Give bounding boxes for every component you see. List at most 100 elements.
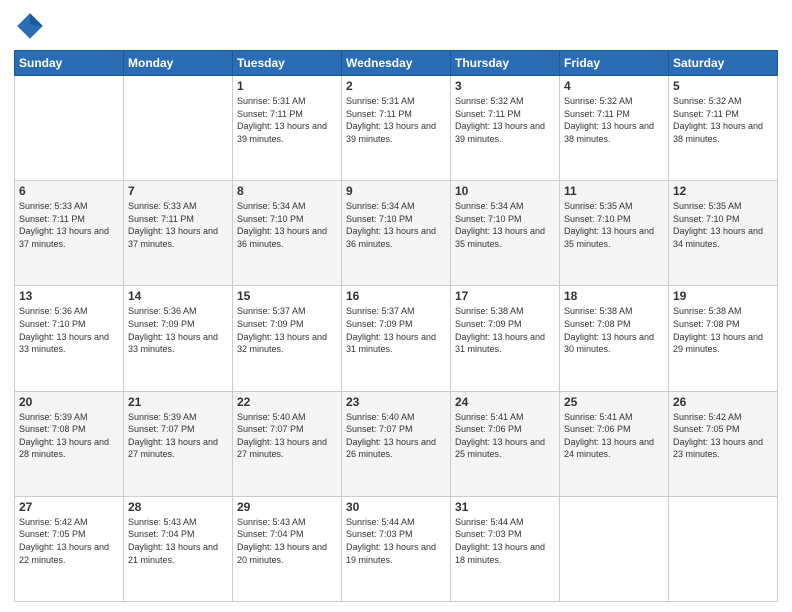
day-info: Sunrise: 5:40 AM Sunset: 7:07 PM Dayligh… [346,411,446,461]
day-info: Sunrise: 5:33 AM Sunset: 7:11 PM Dayligh… [128,200,228,250]
day-number: 13 [19,289,119,303]
day-number: 19 [673,289,773,303]
day-info: Sunrise: 5:36 AM Sunset: 7:10 PM Dayligh… [19,305,119,355]
calendar-week-row: 1 Sunrise: 5:31 AM Sunset: 7:11 PM Daylig… [15,76,778,181]
calendar-cell: 16 Sunrise: 5:37 AM Sunset: 7:09 PM Dayli… [342,286,451,391]
calendar-cell: 27Sunrise: 5:42 AM Sunset: 7:05 PM Dayli… [15,496,124,601]
day-info: Sunrise: 5:32 AM Sunset: 7:11 PM Dayligh… [673,95,773,145]
day-info: Sunrise: 5:35 AM Sunset: 7:10 PM Dayligh… [564,200,664,250]
calendar-cell: 9Sunrise: 5:34 AM Sunset: 7:10 PM Daylig… [342,181,451,286]
day-number: 29 [237,500,337,514]
day-info: Sunrise: 5:32 AM Sunset: 7:11 PM Dayligh… [455,95,555,145]
calendar-cell: 26 Sunrise: 5:42 AM Sunset: 7:05 PM Dayli… [669,391,778,496]
calendar-week-row: 27Sunrise: 5:42 AM Sunset: 7:05 PM Dayli… [15,496,778,601]
day-number: 14 [128,289,228,303]
day-info: Sunrise: 5:41 AM Sunset: 7:06 PM Dayligh… [564,411,664,461]
calendar-header-row: SundayMondayTuesdayWednesdayThursdayFrid… [15,51,778,76]
calendar-cell: 7 Sunrise: 5:33 AM Sunset: 7:11 PM Daylig… [124,181,233,286]
calendar-header-wednesday: Wednesday [342,51,451,76]
day-number: 22 [237,395,337,409]
calendar-cell: 18Sunrise: 5:38 AM Sunset: 7:08 PM Dayli… [560,286,669,391]
day-info: Sunrise: 5:37 AM Sunset: 7:09 PM Dayligh… [346,305,446,355]
calendar-cell: 29Sunrise: 5:43 AM Sunset: 7:04 PM Dayli… [233,496,342,601]
calendar-cell [560,496,669,601]
calendar-cell: 4Sunrise: 5:32 AM Sunset: 7:11 PM Daylig… [560,76,669,181]
calendar-cell: 15 Sunrise: 5:37 AM Sunset: 7:09 PM Dayli… [233,286,342,391]
calendar-cell: 12 Sunrise: 5:35 AM Sunset: 7:10 PM Dayli… [669,181,778,286]
page: SundayMondayTuesdayWednesdayThursdayFrid… [0,0,792,612]
day-number: 15 [237,289,337,303]
day-number: 26 [673,395,773,409]
calendar-cell: 23 Sunrise: 5:40 AM Sunset: 7:07 PM Dayli… [342,391,451,496]
header [14,10,778,42]
day-number: 1 [237,79,337,93]
logo-icon [14,10,46,42]
day-number: 8 [237,184,337,198]
day-info: Sunrise: 5:38 AM Sunset: 7:08 PM Dayligh… [673,305,773,355]
calendar-cell: 13 Sunrise: 5:36 AM Sunset: 7:10 PM Dayli… [15,286,124,391]
calendar-header-thursday: Thursday [451,51,560,76]
day-info: Sunrise: 5:40 AM Sunset: 7:07 PM Dayligh… [237,411,337,461]
day-number: 24 [455,395,555,409]
day-number: 12 [673,184,773,198]
calendar-cell: 30 Sunrise: 5:44 AM Sunset: 7:03 PM Dayli… [342,496,451,601]
calendar-cell: 22 Sunrise: 5:40 AM Sunset: 7:07 PM Dayli… [233,391,342,496]
calendar-cell: 3 Sunrise: 5:32 AM Sunset: 7:11 PM Daylig… [451,76,560,181]
day-number: 31 [455,500,555,514]
calendar-cell: 5 Sunrise: 5:32 AM Sunset: 7:11 PM Daylig… [669,76,778,181]
day-info: Sunrise: 5:42 AM Sunset: 7:05 PM Dayligh… [673,411,773,461]
day-number: 17 [455,289,555,303]
calendar-cell: 6Sunrise: 5:33 AM Sunset: 7:11 PM Daylig… [15,181,124,286]
calendar-cell: 21 Sunrise: 5:39 AM Sunset: 7:07 PM Dayli… [124,391,233,496]
day-info: Sunrise: 5:31 AM Sunset: 7:11 PM Dayligh… [346,95,446,145]
day-info: Sunrise: 5:35 AM Sunset: 7:10 PM Dayligh… [673,200,773,250]
day-number: 4 [564,79,664,93]
day-number: 20 [19,395,119,409]
calendar-cell [124,76,233,181]
calendar-header-saturday: Saturday [669,51,778,76]
calendar-cell: 11 Sunrise: 5:35 AM Sunset: 7:10 PM Dayli… [560,181,669,286]
day-info: Sunrise: 5:34 AM Sunset: 7:10 PM Dayligh… [237,200,337,250]
day-number: 11 [564,184,664,198]
day-number: 27 [19,500,119,514]
day-number: 28 [128,500,228,514]
calendar-header-monday: Monday [124,51,233,76]
day-number: 16 [346,289,446,303]
calendar-cell: 25 Sunrise: 5:41 AM Sunset: 7:06 PM Dayli… [560,391,669,496]
calendar-cell: 19 Sunrise: 5:38 AM Sunset: 7:08 PM Dayli… [669,286,778,391]
day-number: 3 [455,79,555,93]
calendar-cell: 17 Sunrise: 5:38 AM Sunset: 7:09 PM Dayli… [451,286,560,391]
day-number: 25 [564,395,664,409]
calendar-cell: 10 Sunrise: 5:34 AM Sunset: 7:10 PM Dayli… [451,181,560,286]
calendar-cell [669,496,778,601]
day-info: Sunrise: 5:44 AM Sunset: 7:03 PM Dayligh… [346,516,446,566]
day-info: Sunrise: 5:34 AM Sunset: 7:10 PM Dayligh… [346,200,446,250]
day-info: Sunrise: 5:43 AM Sunset: 7:04 PM Dayligh… [128,516,228,566]
day-number: 30 [346,500,446,514]
calendar-cell: 1 Sunrise: 5:31 AM Sunset: 7:11 PM Daylig… [233,76,342,181]
day-info: Sunrise: 5:44 AM Sunset: 7:03 PM Dayligh… [455,516,555,566]
day-number: 5 [673,79,773,93]
day-number: 23 [346,395,446,409]
calendar-cell: 31 Sunrise: 5:44 AM Sunset: 7:03 PM Dayli… [451,496,560,601]
calendar-cell: 28 Sunrise: 5:43 AM Sunset: 7:04 PM Dayli… [124,496,233,601]
day-info: Sunrise: 5:31 AM Sunset: 7:11 PM Dayligh… [237,95,337,145]
logo [14,10,50,42]
calendar-cell: 24Sunrise: 5:41 AM Sunset: 7:06 PM Dayli… [451,391,560,496]
day-info: Sunrise: 5:34 AM Sunset: 7:10 PM Dayligh… [455,200,555,250]
day-number: 21 [128,395,228,409]
calendar-week-row: 20 Sunrise: 5:39 AM Sunset: 7:08 PM Dayli… [15,391,778,496]
day-info: Sunrise: 5:38 AM Sunset: 7:08 PM Dayligh… [564,305,664,355]
day-info: Sunrise: 5:39 AM Sunset: 7:08 PM Dayligh… [19,411,119,461]
calendar-week-row: 13 Sunrise: 5:36 AM Sunset: 7:10 PM Dayli… [15,286,778,391]
day-info: Sunrise: 5:37 AM Sunset: 7:09 PM Dayligh… [237,305,337,355]
day-number: 10 [455,184,555,198]
day-info: Sunrise: 5:33 AM Sunset: 7:11 PM Dayligh… [19,200,119,250]
day-number: 2 [346,79,446,93]
calendar-header-sunday: Sunday [15,51,124,76]
day-number: 7 [128,184,228,198]
calendar-cell: 14Sunrise: 5:36 AM Sunset: 7:09 PM Dayli… [124,286,233,391]
day-info: Sunrise: 5:38 AM Sunset: 7:09 PM Dayligh… [455,305,555,355]
day-info: Sunrise: 5:39 AM Sunset: 7:07 PM Dayligh… [128,411,228,461]
calendar-cell [15,76,124,181]
